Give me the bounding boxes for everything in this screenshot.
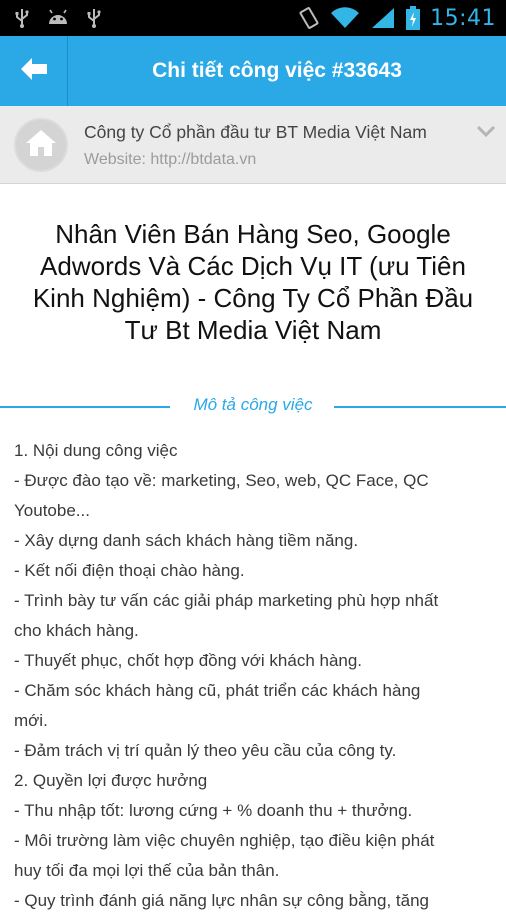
description-line: 1. Nội dung công việc xyxy=(14,441,178,460)
section-label: Mô tả công việc xyxy=(193,395,313,414)
job-title-line: Kinh Nghiệm) - Công Ty Cổ Phần Đầu xyxy=(32,283,474,313)
description-line: - Trình bày tư vấn các giải pháp marketi… xyxy=(14,591,439,610)
job-title-line: Tư Bt Media Việt Nam xyxy=(124,315,382,345)
expand-button[interactable] xyxy=(466,122,506,141)
description-line: Youtobe... xyxy=(14,501,90,520)
status-bar: 15:41 xyxy=(0,0,506,36)
company-info: Công ty Cổ phần đầu tư BT Media Việt Nam… xyxy=(84,120,466,169)
clock: 15:41 xyxy=(430,5,496,31)
company-header[interactable]: Công ty Cổ phần đầu tư BT Media Việt Nam… xyxy=(0,106,506,184)
company-name: Công ty Cổ phần đầu tư BT Media Việt Nam xyxy=(84,122,427,142)
back-button[interactable] xyxy=(0,36,68,106)
description-line: - Xây dựng danh sách khách hàng tiềm năn… xyxy=(14,531,359,550)
company-website: Website: http://btdata.vn xyxy=(84,151,257,168)
description-line: - Được đào tạo về: marketing, Seo, web, … xyxy=(14,471,429,490)
vibrate-icon xyxy=(298,6,320,30)
divider xyxy=(334,406,506,408)
action-bar: Chi tiết công việc #33643 xyxy=(0,36,506,106)
android-icon xyxy=(46,9,70,27)
usb-icon xyxy=(86,8,102,28)
description-line: - Kết nối điện thoại chào hàng. xyxy=(14,561,245,580)
description-line: - Thuyết phục, chốt hợp đồng với khách h… xyxy=(14,651,363,670)
description-line: - Môi trường làm việc chuyên nghiệp, tạo… xyxy=(14,831,435,850)
description-line: - Thu nhập tốt: lương cứng + % doanh thu… xyxy=(14,801,413,820)
description-line: - Đảm trách vị trí quản lý theo yêu cầu … xyxy=(14,741,397,760)
notification-icons xyxy=(0,8,102,28)
description-line: - Quy trình đánh giá năng lực nhân sự cô… xyxy=(14,891,429,910)
page-title: Chi tiết công việc #33643 xyxy=(152,59,402,82)
home-icon xyxy=(25,128,57,162)
job-description: 1. Nội dung công việc - Được đào tạo về:… xyxy=(14,436,492,916)
company-logo xyxy=(14,117,68,172)
battery-charging-icon xyxy=(406,6,421,30)
job-title-line: Nhân Viên Bán Hàng Seo, Google xyxy=(55,219,451,249)
job-title: Nhân Viên Bán Hàng Seo, Google Adwords V… xyxy=(10,218,496,346)
description-line: mới. xyxy=(14,711,48,730)
description-line: 2. Quyền lợi được hưởng xyxy=(14,771,208,790)
wifi-icon xyxy=(330,6,360,30)
arrow-left-icon xyxy=(19,56,49,86)
description-line: huy tối đa mọi lợi thế của bản thân. xyxy=(14,861,280,880)
description-line: - Chăm sóc khách hàng cũ, phát triển các… xyxy=(14,681,421,700)
section-header: Mô tả công việc xyxy=(0,395,506,419)
signal-icon xyxy=(370,6,396,30)
description-line: cho khách hàng. xyxy=(14,621,139,640)
usb-icon xyxy=(14,8,30,28)
system-icons: 15:41 xyxy=(298,6,506,31)
job-title-line: Adwords Và Các Dịch Vụ IT (ưu Tiên xyxy=(40,251,466,281)
chevron-down-icon xyxy=(476,122,496,141)
